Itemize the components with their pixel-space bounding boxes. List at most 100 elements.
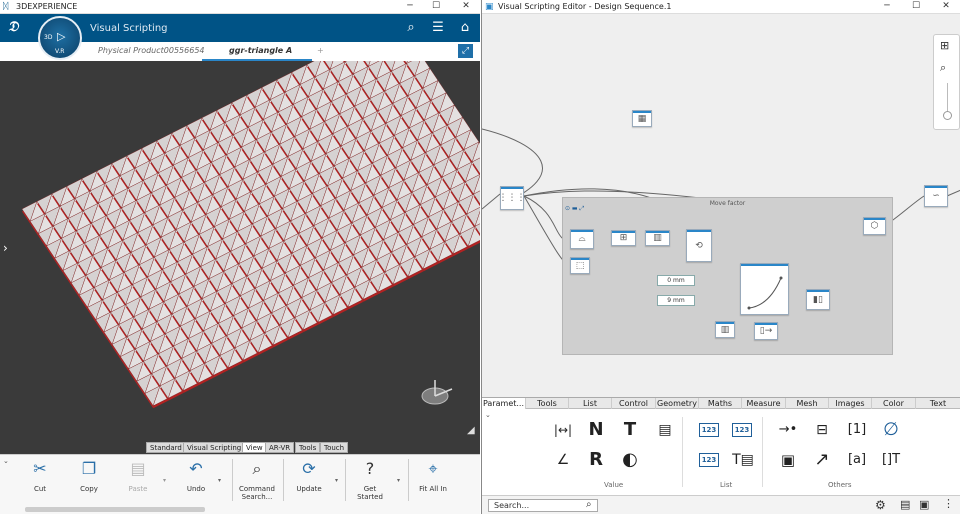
close-button[interactable]: ✕ xyxy=(934,0,958,14)
map-icon[interactable]: ⊞ xyxy=(940,39,949,52)
tag-icon[interactable]: ⌂ xyxy=(457,20,473,36)
graph-node-e[interactable]: ⬚ xyxy=(570,257,590,274)
name-parameter-icon[interactable]: N xyxy=(585,419,607,441)
image-view-icon[interactable]: ▣ xyxy=(919,498,929,511)
section-list-label: List xyxy=(720,481,733,489)
tab-touch[interactable]: Touch xyxy=(320,442,349,453)
graph-node-c[interactable]: ▥ xyxy=(645,230,670,246)
ribbon-collapse-icon[interactable]: ⌄ xyxy=(3,457,9,465)
tab-standard[interactable]: Standard xyxy=(146,442,186,453)
minimize-button[interactable]: ─ xyxy=(875,0,899,14)
value-input-9mm[interactable]: 9 mm xyxy=(657,295,695,306)
boolean-parameter-icon[interactable]: ◐ xyxy=(619,449,641,471)
graph-node-i[interactable]: ⬡ xyxy=(863,217,886,235)
copy-button[interactable]: ❐ Copy xyxy=(75,459,103,493)
panel-collapse-icon[interactable]: ⌄ xyxy=(485,411,491,419)
point-arrow-icon[interactable]: →• xyxy=(777,419,799,441)
angle-parameter-icon[interactable]: ∠ xyxy=(552,449,574,471)
3dexperience-window: ᛞ 3DEXPERIENCE ─ ☐ ✕ 𝔇 Visual Scripting … xyxy=(0,0,480,514)
graph-node-d[interactable]: ⟲ xyxy=(686,229,712,262)
undo-dropdown-icon[interactable]: ▾ xyxy=(218,477,221,484)
tab-tools[interactable]: Tools xyxy=(295,442,321,453)
graph-node-curve[interactable] xyxy=(740,263,789,315)
paste-dropdown-icon[interactable]: ▾ xyxy=(163,477,166,484)
tab-visual-scripting[interactable]: Visual Scripting xyxy=(183,442,246,453)
palette-search-input[interactable]: Search... xyxy=(488,499,598,512)
expand-panel-arrow-icon[interactable]: › xyxy=(3,241,8,255)
paste-button[interactable]: ▤ Paste xyxy=(124,459,152,493)
book-icon[interactable]: ⊟ xyxy=(811,419,833,441)
tab-list[interactable]: List xyxy=(569,398,612,409)
document-parameter-icon[interactable]: ▤ xyxy=(654,419,676,441)
tab-mesh[interactable]: Mesh xyxy=(786,398,829,409)
zoom-slider-handle[interactable] xyxy=(943,111,952,120)
tab-tools[interactable]: Tools xyxy=(526,398,569,409)
minimize-button[interactable]: ─ xyxy=(398,0,422,14)
number-list-icon[interactable]: 123 xyxy=(699,423,719,437)
tab-parameters[interactable]: Paramet... xyxy=(482,398,526,409)
tab-maths[interactable]: Maths xyxy=(699,398,742,409)
tab-text[interactable]: Text xyxy=(916,398,960,409)
node-transform-icon: ⟲ xyxy=(695,240,703,251)
tab-color[interactable]: Color xyxy=(872,398,916,409)
maximize-button[interactable]: ☐ xyxy=(904,0,928,14)
graph-node-display[interactable]: ▦ xyxy=(632,110,652,127)
compass-button[interactable]: 3D ▷ V.R xyxy=(38,16,82,60)
tab-images[interactable]: Images xyxy=(829,398,872,409)
fit-all-in-button[interactable]: ⌖ Fit All In xyxy=(418,459,448,493)
cut-button[interactable]: ✂ Cut xyxy=(26,459,54,493)
tab-ggr-triangle[interactable]: ggr-triangle A xyxy=(229,46,292,55)
add-tab-button[interactable]: + xyxy=(317,46,324,55)
real-parameter-icon[interactable]: R xyxy=(585,449,607,471)
more-options-icon[interactable]: ⋮ xyxy=(943,497,954,510)
graph-node-f[interactable]: ▮▯ xyxy=(806,289,830,310)
graph-node-h[interactable]: ▯→ xyxy=(754,322,778,340)
length-parameter-icon[interactable]: |↔| xyxy=(552,419,574,441)
update-button[interactable]: ⟳ Update xyxy=(292,459,326,493)
ribbon-scrollbar[interactable] xyxy=(25,507,205,512)
settings-gear-icon[interactable]: ⚙ xyxy=(875,498,886,512)
number-list-sort-icon[interactable]: 123 xyxy=(732,423,752,437)
tab-control[interactable]: Control xyxy=(612,398,656,409)
tab-geometry[interactable]: Geometry xyxy=(656,398,699,409)
update-dropdown-icon[interactable]: ▾ xyxy=(335,477,338,484)
graph-canvas[interactable]: ▦ ⋮⋮⋮ Move factor ⊙ ▬ ⤢ ⌓ ⊞ ▥ ⟲ ⬚ 0 mm 9… xyxy=(482,14,960,397)
text-list-icon[interactable]: T▤ xyxy=(732,449,754,471)
tab-view[interactable]: View xyxy=(242,442,267,453)
text-parameter-icon[interactable]: T xyxy=(619,419,641,441)
notes-icon[interactable]: ▤ xyxy=(900,498,910,511)
arrow-icon[interactable]: ↗ xyxy=(811,449,833,471)
maximize-button[interactable]: ☐ xyxy=(424,0,448,14)
bracket-t-icon[interactable]: []T xyxy=(880,449,902,471)
graph-node-points[interactable]: ⋮⋮⋮ xyxy=(499,186,526,210)
expand-icon[interactable]: ⤢ xyxy=(458,44,473,58)
group-controls-icon[interactable]: ⊙ ▬ ⤢ xyxy=(565,205,584,213)
menu-icon[interactable]: ☰ xyxy=(430,20,446,36)
zoom-icon[interactable]: ⌕ xyxy=(940,61,946,75)
close-button[interactable]: ✕ xyxy=(454,0,478,14)
3d-viewport[interactable]: › ◢ xyxy=(0,18,480,453)
play-icon[interactable]: ▷ xyxy=(57,30,65,43)
resize-grip-icon[interactable]: ◢ xyxy=(467,425,475,436)
null-icon[interactable]: ∅ xyxy=(880,419,902,441)
value-input-0mm[interactable]: 0 mm xyxy=(657,275,695,286)
node-bars-icon: ▥ xyxy=(720,324,730,335)
command-search-button[interactable]: ⌕ Command Search... xyxy=(238,459,276,501)
undo-button[interactable]: ↶ Undo xyxy=(182,459,210,493)
number-list-swap-icon[interactable]: 123 xyxy=(699,453,719,467)
get-started-dropdown-icon[interactable]: ▾ xyxy=(397,477,400,484)
bracket-a-icon[interactable]: [a] xyxy=(846,449,868,471)
graph-node-g[interactable]: ▥ xyxy=(715,321,735,338)
tab-measure[interactable]: Measure xyxy=(742,398,786,409)
image-icon[interactable]: ▣ xyxy=(777,449,799,471)
triangle-mesh-model[interactable] xyxy=(0,18,480,453)
search-icon[interactable]: ⌕ xyxy=(586,499,592,510)
graph-node-b[interactable]: ⊞ xyxy=(611,230,636,246)
bracket-one-icon[interactable]: [1] xyxy=(846,419,868,441)
tab-physical-product[interactable]: Physical Product00556654 xyxy=(98,46,205,55)
search-icon[interactable]: ⌕ xyxy=(403,20,419,36)
get-started-button[interactable]: ? Get Started xyxy=(354,459,386,501)
tab-ar-vr[interactable]: AR-VR xyxy=(265,442,295,453)
graph-node-j[interactable]: ∽ xyxy=(924,185,948,207)
graph-node-a[interactable]: ⌓ xyxy=(570,229,594,249)
